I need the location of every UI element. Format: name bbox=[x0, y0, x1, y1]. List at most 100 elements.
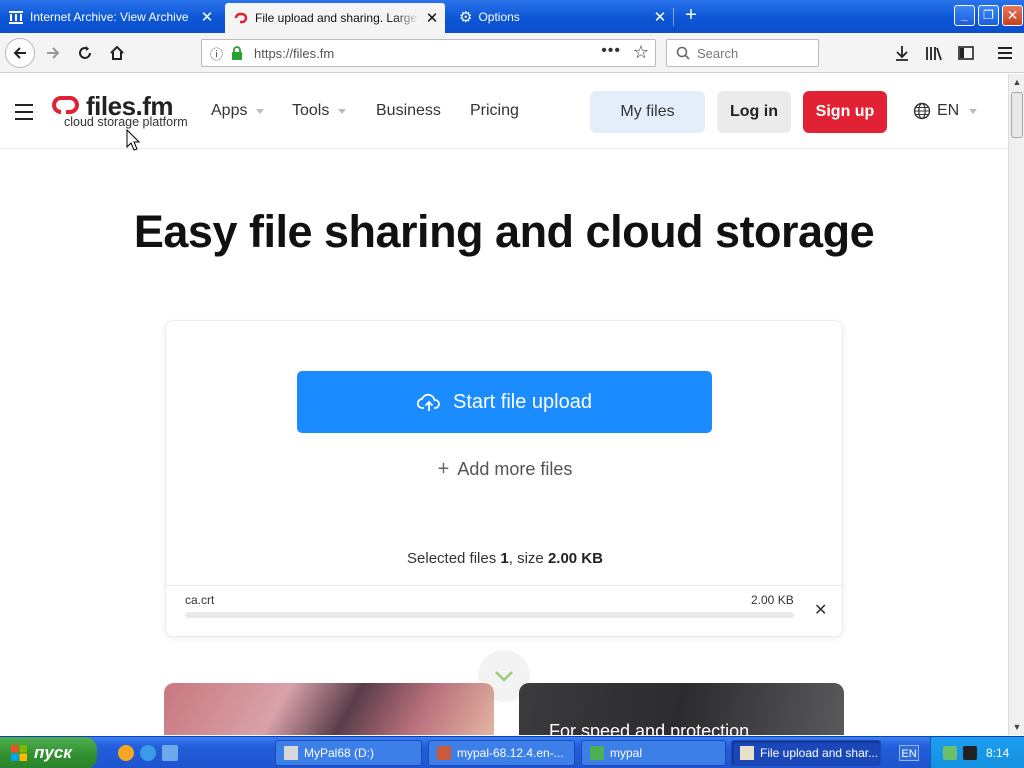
tab-divider bbox=[673, 8, 674, 26]
start-file-upload-button[interactable]: Start file upload bbox=[297, 371, 712, 433]
browser-app-icon bbox=[740, 746, 754, 760]
scroll-up-arrow-icon[interactable]: ▲ bbox=[1009, 74, 1024, 90]
quicklaunch-app-icon[interactable] bbox=[118, 745, 134, 761]
scrollbar-thumb[interactable] bbox=[1011, 92, 1023, 138]
my-files-button[interactable]: My files bbox=[590, 91, 705, 133]
tab-title: Internet Archive: View Archive bbox=[30, 10, 189, 24]
home-button[interactable] bbox=[102, 38, 132, 68]
forward-button[interactable] bbox=[38, 38, 68, 68]
page-title: Easy file sharing and cloud storage bbox=[133, 206, 875, 257]
menu-button[interactable] bbox=[990, 38, 1020, 68]
feature-card-image bbox=[164, 683, 494, 735]
logo-cloud-icon bbox=[52, 96, 79, 114]
sign-up-button[interactable]: Sign up bbox=[803, 91, 887, 133]
navigation-toolbar: ⓘ https://files.fm ••• ☆ Search bbox=[0, 33, 1024, 73]
selected-mid: , size bbox=[508, 550, 548, 567]
scroll-down-arrow-icon[interactable]: ▼ bbox=[1009, 719, 1024, 735]
nav-tools[interactable]: Tools bbox=[292, 102, 347, 120]
close-tab-icon[interactable]: ✕ bbox=[425, 9, 439, 27]
archive-file-icon bbox=[437, 746, 451, 760]
cloud-upload-icon bbox=[417, 393, 440, 411]
library-icon bbox=[926, 47, 942, 61]
arrow-right-icon bbox=[47, 47, 60, 59]
info-icon[interactable]: ⓘ bbox=[210, 44, 223, 63]
url-text: https://files.fm bbox=[254, 46, 335, 61]
new-tab-button[interactable]: + bbox=[680, 5, 702, 27]
remove-file-icon[interactable]: ✕ bbox=[814, 600, 827, 620]
site-menu-icon[interactable] bbox=[15, 104, 33, 120]
file-name: ca.crt bbox=[185, 593, 215, 607]
selected-count: 1 bbox=[500, 550, 509, 567]
upload-panel: Start file upload + Add more files Select… bbox=[165, 320, 844, 637]
page-scrollbar[interactable]: ▲ ▼ bbox=[1008, 74, 1024, 735]
search-placeholder: Search bbox=[697, 46, 739, 61]
keyboard-language-indicator[interactable]: EN bbox=[899, 745, 919, 761]
system-tray: 8:14 bbox=[930, 737, 1024, 768]
network-icon[interactable] bbox=[943, 746, 957, 760]
add-more-files-label: Add more files bbox=[457, 459, 573, 479]
back-button[interactable] bbox=[5, 38, 35, 68]
folder-icon bbox=[590, 746, 604, 760]
file-progress-bar bbox=[185, 612, 794, 618]
nav-pricing-label: Pricing bbox=[470, 102, 519, 119]
files-fm-favicon-icon bbox=[234, 12, 248, 24]
sidebar-button[interactable] bbox=[951, 38, 981, 68]
taskbar-item-mypal-archive[interactable]: mypal-68.12.4.en-... bbox=[428, 740, 575, 766]
home-icon bbox=[110, 45, 124, 60]
restore-button[interactable]: ❐ bbox=[978, 5, 999, 26]
add-more-files-button[interactable]: + Add more files bbox=[166, 458, 844, 481]
tab-title: File upload and sharing. Large file bbox=[255, 11, 419, 25]
selected-files-summary: Selected files 1, size 2.00 KB bbox=[166, 550, 844, 567]
monitor-icon[interactable] bbox=[963, 746, 977, 760]
lock-icon bbox=[232, 46, 242, 60]
start-button[interactable]: пуск bbox=[0, 737, 97, 768]
nav-business-label: Business bbox=[376, 102, 441, 119]
tab-options[interactable]: ⚙ Options ✕ bbox=[451, 3, 673, 31]
chevron-down-icon bbox=[969, 108, 978, 114]
library-button[interactable] bbox=[919, 38, 949, 68]
close-tab-icon[interactable]: ✕ bbox=[200, 8, 214, 26]
arrow-left-icon bbox=[13, 47, 26, 59]
tab-files-fm[interactable]: File upload and sharing. Large file ✕ bbox=[225, 3, 445, 33]
taskbar-item-file-upload[interactable]: File upload and shar... bbox=[731, 740, 881, 766]
nav-apps[interactable]: Apps bbox=[211, 102, 265, 120]
reload-icon bbox=[79, 46, 91, 59]
language-selector[interactable]: EN bbox=[913, 102, 978, 120]
selected-prefix: Selected files bbox=[407, 550, 501, 567]
start-label: пуск bbox=[34, 743, 72, 762]
close-window-button[interactable]: ✕ bbox=[1002, 5, 1023, 26]
address-bar[interactable]: ⓘ https://files.fm ••• ☆ bbox=[201, 39, 656, 67]
task-label: mypal-68.12.4.en-... bbox=[457, 746, 564, 760]
taskbar-item-mypal[interactable]: mypal bbox=[581, 740, 726, 766]
page-viewport: files.fm cloud storage platform Apps Too… bbox=[0, 74, 1008, 735]
language-label: EN bbox=[937, 102, 960, 119]
search-input[interactable]: Search bbox=[666, 39, 819, 67]
file-size: 2.00 KB bbox=[751, 593, 794, 607]
page-actions-icon[interactable]: ••• bbox=[601, 42, 621, 60]
downloads-button[interactable] bbox=[887, 38, 917, 68]
chevron-down-icon bbox=[495, 671, 513, 682]
bookmark-star-icon[interactable]: ☆ bbox=[633, 42, 649, 63]
gear-icon: ⚙ bbox=[459, 9, 473, 26]
close-tab-icon[interactable]: ✕ bbox=[653, 8, 667, 26]
feature-card-caption: For speed and protection bbox=[549, 721, 750, 735]
selected-size: 2.00 KB bbox=[547, 550, 603, 567]
minimize-button[interactable]: _ bbox=[954, 5, 975, 26]
reload-button[interactable] bbox=[70, 38, 100, 68]
chevron-down-icon bbox=[256, 108, 265, 114]
taskbar-item-mypal-drive[interactable]: MyPal68 (D:) bbox=[275, 740, 422, 766]
nav-pricing[interactable]: Pricing bbox=[470, 102, 519, 120]
task-label: MyPal68 (D:) bbox=[304, 746, 375, 760]
file-list-item: ca.crt 2.00 KB ✕ bbox=[166, 585, 844, 637]
windows-taskbar: пуск MyPal68 (D:) mypal-68.12.4.en-... m… bbox=[0, 736, 1024, 768]
quicklaunch-window-icon[interactable] bbox=[162, 745, 178, 761]
tab-title: Options bbox=[478, 10, 520, 24]
task-label: File upload and shar... bbox=[760, 746, 879, 760]
download-icon bbox=[896, 46, 908, 61]
files-fm-logo[interactable]: files.fm cloud storage platform bbox=[52, 91, 192, 133]
nav-business[interactable]: Business bbox=[376, 102, 441, 120]
feature-card-speed[interactable]: For speed and protection bbox=[519, 683, 844, 735]
log-in-button[interactable]: Log in bbox=[717, 91, 791, 133]
tab-internet-archive[interactable]: Internet Archive: View Archive ✕ bbox=[0, 3, 220, 31]
quicklaunch-browser-icon[interactable] bbox=[140, 745, 156, 761]
